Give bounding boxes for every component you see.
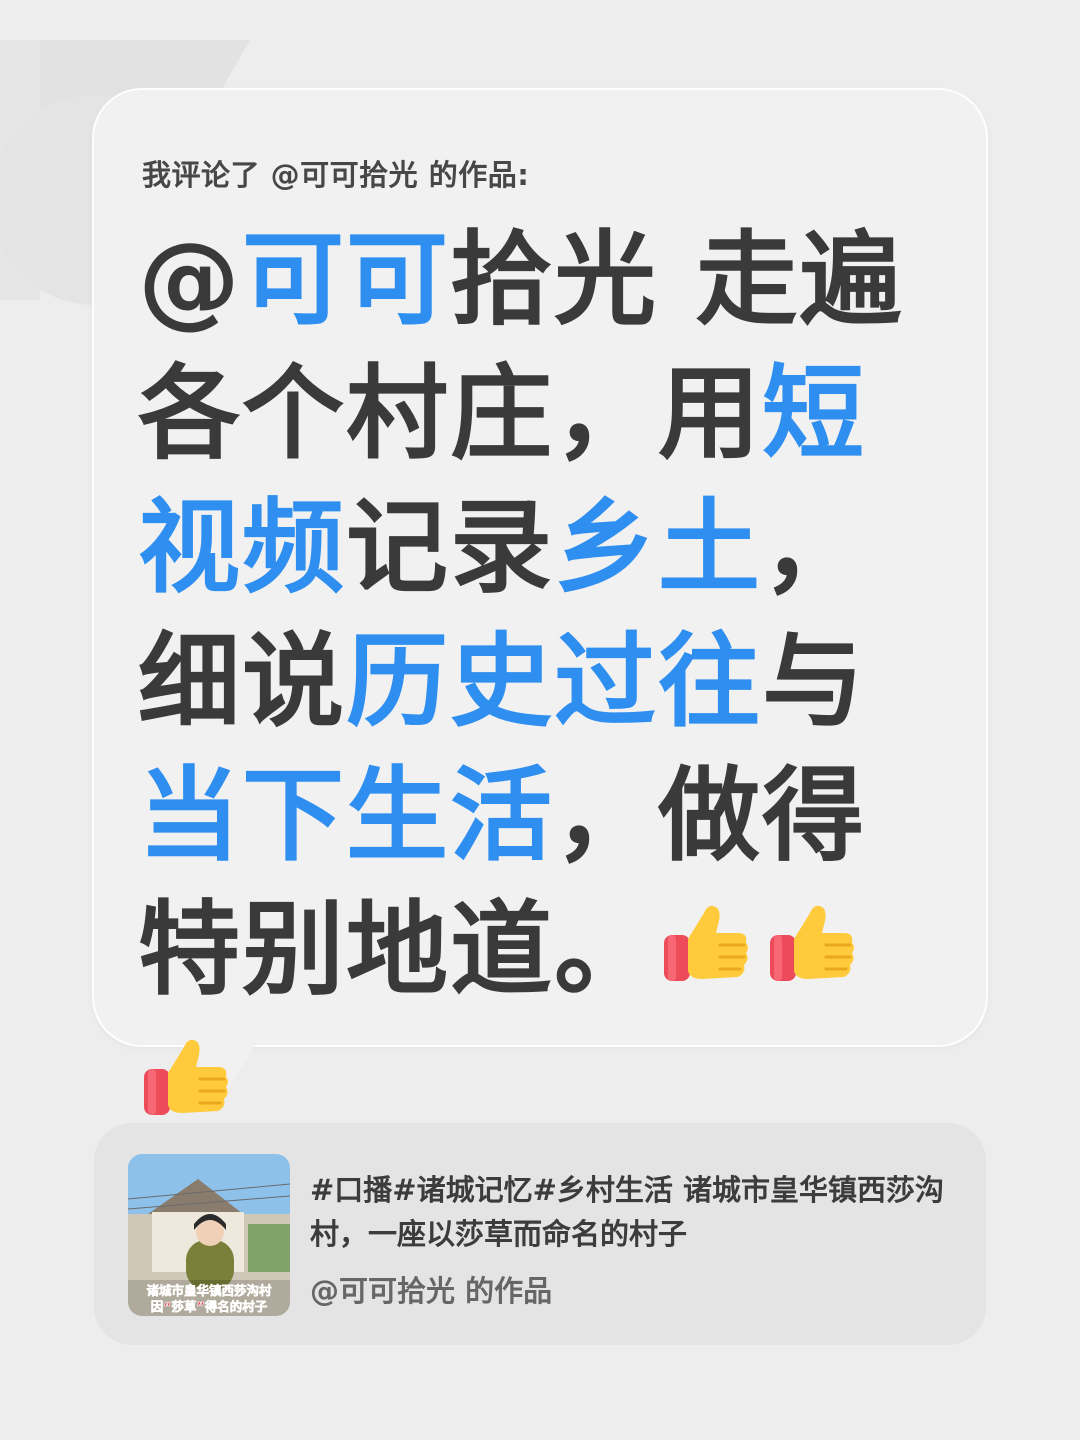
thumbs-up-icon — [138, 1029, 234, 1125]
comment-highlight: 历史过往 — [346, 623, 762, 742]
thumbnail-caption-line2: 因“莎草”得名的村子 — [151, 1299, 268, 1314]
comment-segment: @ — [138, 221, 242, 340]
comment-header: 我评论了 @可可拾光 的作品: — [142, 158, 530, 192]
thumbs-up-icon — [764, 895, 860, 991]
comment-highlight: 乡土 — [554, 489, 762, 608]
comment-segment: 与 — [762, 623, 866, 742]
comment-highlight: 可可 — [242, 221, 450, 340]
thumbs-up-icon — [658, 895, 754, 991]
video-thumbnail[interactable]: 诸城市皇华镇西莎沟村 因“莎草”得名的村子 — [128, 1154, 290, 1316]
thumbnail-caption-line1: 诸城市皇华镇西莎沟村 — [146, 1283, 272, 1298]
video-title[interactable]: #口播#诸城记忆#乡村生活 诸城市皇华镇西莎沟村，一座以莎草而命名的村子 — [310, 1168, 960, 1256]
comment-text: @可可拾光 走遍各个村庄，用短视频记录乡土，细说历史过往与当下生活，做得特别地道… — [138, 214, 938, 1152]
comment-highlight: 当下生活 — [138, 757, 554, 876]
comment-segment: 记录 — [346, 489, 554, 608]
video-author[interactable]: @可可拾光 的作品 — [310, 1268, 552, 1310]
